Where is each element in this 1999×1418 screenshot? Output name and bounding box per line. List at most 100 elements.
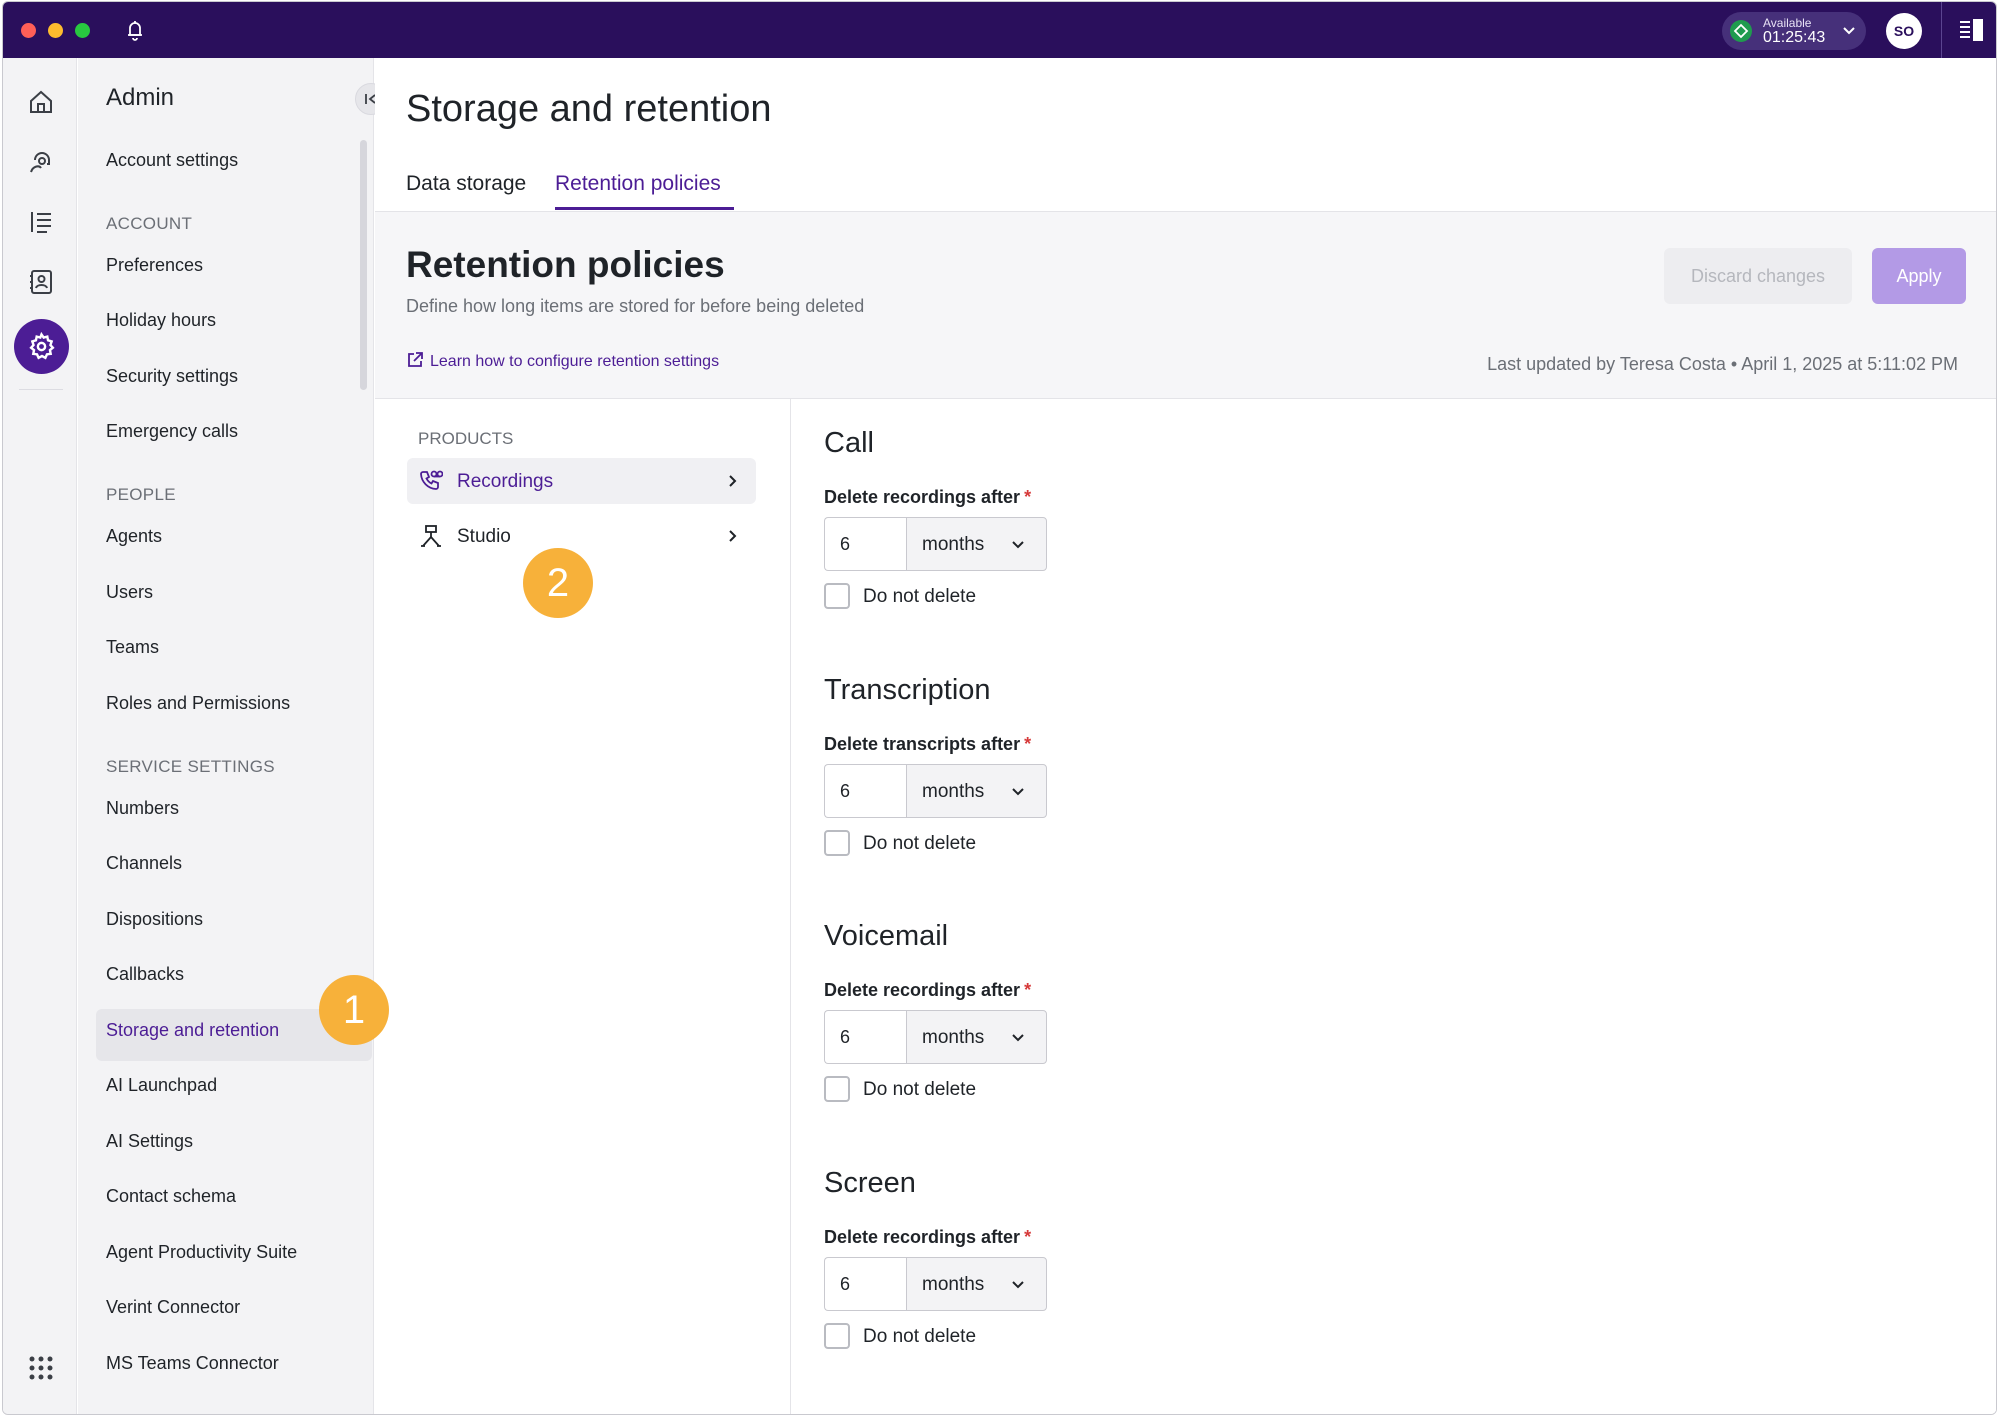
sidebar-item-ai-settings[interactable]: AI Settings — [106, 1131, 193, 1152]
sidebar-section-service-settings: SERVICE SETTINGS — [106, 757, 275, 776]
settings-icon — [29, 332, 55, 360]
sidebar-item-security-settings[interactable]: Security settings — [106, 366, 238, 387]
sidebar-item-account-settings[interactable]: Account settings — [106, 150, 238, 171]
retention-unit-select[interactable]: months — [906, 764, 1047, 818]
checkbox-label: Do not delete — [863, 833, 977, 854]
sidebar-scrollbar[interactable] — [360, 140, 367, 390]
sidebar-item-users[interactable]: Users — [106, 582, 153, 603]
divider — [1941, 2, 1942, 58]
sidebar-item-preferences[interactable]: Preferences — [106, 255, 203, 276]
sidebar-item-holiday-hours[interactable]: Holiday hours — [106, 310, 216, 331]
section-subtitle: Define how long items are stored for bef… — [406, 296, 865, 316]
tab-retention-policies[interactable]: Retention policies — [555, 172, 721, 196]
policy-title: Transcription — [824, 674, 991, 706]
field-label: Delete recordings after * — [824, 487, 1032, 507]
do-not-delete-checkbox[interactable] — [824, 583, 850, 609]
apply-button[interactable]: Apply — [1872, 248, 1966, 304]
retention-panel: Retention policies Define how long items… — [375, 212, 1996, 1414]
learn-retention-link[interactable]: Learn how to configure retention setting… — [406, 351, 719, 371]
product-item-studio[interactable]: Studio — [407, 513, 756, 559]
learn-link-text: Learn how to configure retention setting… — [430, 353, 720, 370]
field-label: Delete recordings after * — [824, 980, 1032, 1000]
product-label-recordings: Recordings — [457, 471, 554, 492]
do-not-delete-checkbox[interactable] — [824, 830, 850, 856]
home-icon[interactable] — [27, 88, 55, 116]
nav-rail — [3, 58, 77, 1414]
status-timer: 01:25:43 — [1763, 29, 1826, 46]
minimize-window-button[interactable] — [48, 23, 63, 38]
sidebar-item-teams[interactable]: Teams — [106, 637, 159, 658]
sidebar-item-agents[interactable]: Agents — [106, 526, 162, 547]
policy-title: Screen — [824, 1167, 916, 1199]
discard-changes-button[interactable]: Discard changes — [1664, 248, 1852, 304]
checkbox-label: Do not delete — [863, 586, 977, 607]
contacts-icon[interactable] — [27, 268, 55, 296]
sidebar-item-numbers[interactable]: Numbers — [106, 798, 179, 819]
chevron-down-icon — [1012, 1281, 1024, 1289]
side-panel-toggle-icon[interactable] — [1958, 18, 1984, 47]
sidebar-item-callbacks[interactable]: Callbacks — [106, 964, 184, 985]
chevron-down-icon — [1012, 541, 1024, 549]
checkbox-label: Do not delete — [863, 1079, 977, 1100]
customer-support-icon[interactable] — [27, 148, 55, 176]
policy-group-voicemail: Voicemail Delete recordings after* month… — [824, 920, 1047, 1102]
callout-badge-2: 2 — [523, 548, 593, 618]
do-not-delete-checkbox[interactable] — [824, 1323, 850, 1349]
main-content: Storage and retention Data storage Reten… — [375, 58, 1996, 1414]
retention-duration-input[interactable] — [824, 517, 906, 571]
availability-status-button[interactable]: Available 01:25:43 — [1722, 12, 1866, 50]
sidebar-title: Admin — [106, 84, 175, 111]
divider — [19, 389, 63, 390]
retention-duration-input[interactable] — [824, 764, 906, 818]
title-bar: Available 01:25:43 SO — [3, 2, 1996, 58]
products-header: PRODUCTS — [418, 429, 514, 448]
close-window-button[interactable] — [21, 23, 36, 38]
admin-sidebar: Admin Account settings ACCOUNT Preferenc… — [78, 58, 387, 1414]
sidebar-item-roles-and-permissions[interactable]: Roles and Permissions — [106, 693, 290, 714]
policy-group-call: Call Delete recordings after* months Do … — [824, 427, 1047, 609]
user-avatar[interactable]: SO — [1886, 13, 1922, 49]
products-column: PRODUCTS Recordings Studio — [375, 399, 791, 1414]
policy-group-transcription: Transcription Delete transcripts after * … — [824, 674, 1047, 856]
available-status-icon — [1730, 20, 1752, 42]
field-label: Delete recordings after * — [824, 1227, 1032, 1247]
policy-title: Voicemail — [824, 920, 949, 952]
product-label-studio: Studio — [457, 526, 511, 547]
retention-unit-select[interactable]: months — [906, 1010, 1047, 1064]
callout-badge-1: 1 — [319, 975, 389, 1045]
field-label: Delete transcripts after * — [824, 734, 1032, 754]
retention-unit-select[interactable]: months — [906, 1257, 1047, 1311]
maximize-window-button[interactable] — [75, 23, 90, 38]
sidebar-item-contact-schema[interactable]: Contact schema — [106, 1186, 236, 1207]
sidebar-item-ms-teams-connector[interactable]: MS Teams Connector — [106, 1353, 279, 1374]
tab-data-storage[interactable]: Data storage — [406, 172, 526, 196]
external-link-icon — [408, 352, 423, 367]
settings-nav-active[interactable] — [14, 319, 69, 374]
checkbox-label: Do not delete — [863, 1326, 977, 1347]
app-window: Available 01:25:43 SO Admin Account sett… — [2, 1, 1997, 1415]
policy-group-screen: Screen Delete recordings after* months D… — [824, 1167, 1047, 1349]
sidebar-item-storage-and-retention[interactable]: Storage and retention — [106, 1020, 279, 1041]
phone-recording-icon — [420, 470, 443, 490]
sidebar-item-emergency-calls[interactable]: Emergency calls — [106, 421, 238, 442]
retention-unit-select[interactable]: months — [906, 517, 1047, 571]
sidebar-item-ai-launchpad[interactable]: AI Launchpad — [106, 1075, 217, 1096]
retention-duration-input[interactable] — [824, 1010, 906, 1064]
app-grid-icon[interactable] — [29, 1356, 53, 1385]
bell-icon[interactable] — [124, 18, 146, 42]
section-title: Retention policies — [406, 244, 725, 285]
sidebar-section-account: ACCOUNT — [106, 214, 193, 233]
retention-duration-input[interactable] — [824, 1257, 906, 1311]
sidebar-item-verint-connector[interactable]: Verint Connector — [106, 1297, 240, 1318]
policy-title: Call — [824, 427, 874, 459]
sidebar-item-agent-productivity-suite[interactable]: Agent Productivity Suite — [106, 1242, 297, 1263]
page-title: Storage and retention — [406, 88, 772, 130]
product-item-recordings[interactable]: Recordings — [407, 458, 756, 504]
list-icon[interactable] — [27, 208, 55, 236]
sidebar-item-dispositions[interactable]: Dispositions — [106, 909, 203, 930]
do-not-delete-checkbox[interactable] — [824, 1076, 850, 1102]
sidebar-item-channels[interactable]: Channels — [106, 853, 182, 874]
sidebar-section-people: PEOPLE — [106, 485, 176, 504]
chevron-down-icon — [1012, 788, 1024, 796]
chevron-right-icon — [729, 530, 737, 542]
